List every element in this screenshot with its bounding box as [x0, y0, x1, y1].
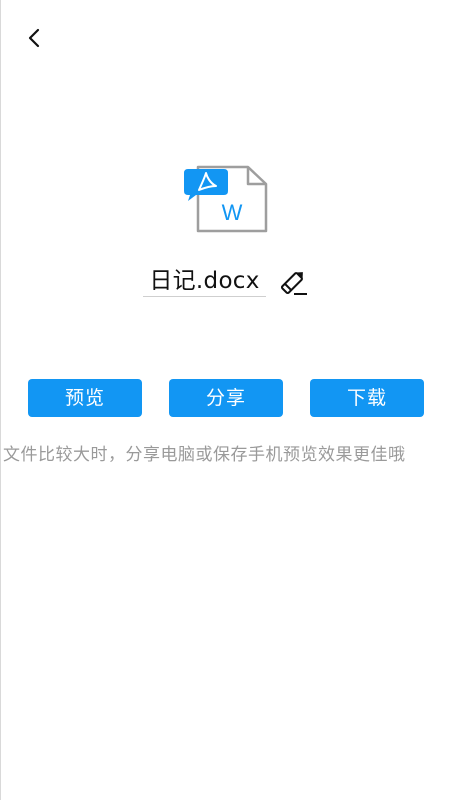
file-detail-screen: W 日记.docx 预览 分享 下载 文件比较大时，分享电脑或保存手机预览效果更…: [0, 0, 450, 800]
chevron-left-icon: [28, 28, 40, 48]
file-name-text[interactable]: 日记.docx: [143, 266, 266, 297]
file-name-row: 日记.docx: [1, 262, 450, 302]
share-button[interactable]: 分享: [169, 379, 283, 417]
edit-name-button[interactable]: [276, 266, 310, 298]
large-file-hint: 文件比较大时，分享电脑或保存手机预览效果更佳哦: [3, 445, 406, 465]
pdf-to-word-icon: W: [182, 163, 270, 235]
action-buttons: 预览 分享 下载: [1, 379, 450, 417]
preview-button[interactable]: 预览: [28, 379, 142, 417]
download-button[interactable]: 下载: [310, 379, 424, 417]
back-button[interactable]: [15, 18, 55, 58]
pencil-edit-icon: [280, 272, 307, 295]
word-letter: W: [222, 200, 243, 225]
